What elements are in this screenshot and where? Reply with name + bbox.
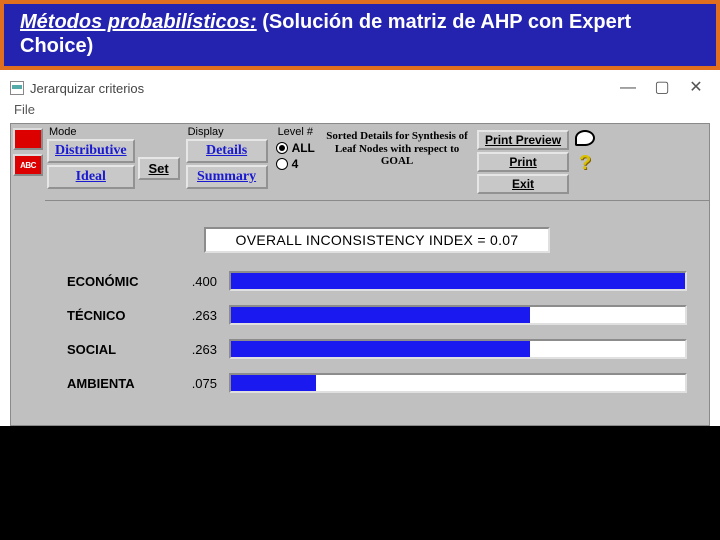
minimize-button[interactable]: — [614, 80, 642, 96]
chart-value-label: .263 [175, 308, 221, 323]
slide-title: Métodos probabilísticos: (Solución de ma… [0, 0, 720, 70]
display-summary-button[interactable]: Summary [186, 165, 268, 189]
speech-bubble-icon[interactable] [575, 130, 595, 146]
app-window: Jerarquizar criterios — ▢ ✕ File ABC Mod… [0, 70, 720, 426]
inconsistency-index: OVERALL INCONSISTENCY INDEX = 0.07 [204, 227, 551, 253]
display-label: Display [186, 126, 268, 139]
chart-row: ECONÓMIC .400 [67, 271, 687, 291]
right-button-group: Print Preview Print Exit [475, 126, 571, 196]
chart-value-label: .400 [175, 274, 221, 289]
maximize-button[interactable]: ▢ [648, 80, 676, 96]
inconsistency-row: OVERALL INCONSISTENCY INDEX = 0.07 [45, 201, 709, 271]
chart-bar [231, 273, 685, 289]
chart-category-label: SOCIAL [67, 342, 167, 357]
chart-row: AMBIENTA .075 [67, 373, 687, 393]
chart-category-label: AMBIENTA [67, 376, 167, 391]
chart-bar-track [229, 305, 687, 325]
right-icons: ? [573, 126, 599, 196]
display-group: Display Details Summary [184, 126, 270, 196]
radio-icon [276, 158, 288, 170]
priority-chart: ECONÓMIC .400 TÉCNICO .263 SOCIAL .263 AMBIENT… [45, 271, 709, 425]
level-label: Level # [276, 126, 315, 139]
level-num-option[interactable]: 4 [276, 157, 315, 171]
chart-row: TÉCNICO .263 [67, 305, 687, 325]
top-toolbar: Mode Distributive Ideal Set Display [45, 124, 709, 201]
left-tool-column: ABC [11, 124, 45, 425]
level-num-label: 4 [292, 157, 299, 171]
chart-bar-track [229, 271, 687, 291]
tool-red-icon[interactable] [13, 128, 43, 150]
close-button[interactable]: ✕ [682, 80, 710, 96]
display-details-button[interactable]: Details [186, 139, 268, 163]
exit-button[interactable]: Exit [477, 174, 569, 194]
tool-abc-icon[interactable]: ABC [13, 154, 43, 176]
chart-bar-track [229, 373, 687, 393]
level-all-label: ALL [292, 141, 315, 155]
level-group: Level # ALL 4 [272, 126, 319, 196]
chart-bar [231, 375, 316, 391]
print-preview-button[interactable]: Print Preview [477, 130, 569, 150]
print-button[interactable]: Print [477, 152, 569, 172]
mode-label: Mode [47, 126, 180, 139]
app-icon [10, 81, 24, 95]
chart-category-label: ECONÓMIC [67, 274, 167, 289]
window-titlebar: Jerarquizar criterios — ▢ ✕ [10, 76, 710, 100]
mode-group: Mode Distributive Ideal Set [45, 126, 182, 196]
chart-row: SOCIAL .263 [67, 339, 687, 359]
mode-distributive-button[interactable]: Distributive [47, 139, 135, 163]
menu-bar: File [10, 100, 710, 123]
chart-bar [231, 341, 530, 357]
chart-category-label: TÉCNICO [67, 308, 167, 323]
chart-bar-track [229, 339, 687, 359]
synthesis-description: Sorted Details for Synthesis of Leaf Nod… [321, 126, 473, 196]
radio-icon [276, 142, 288, 154]
app-frame: ABC Mode Distributive Ideal Set [10, 123, 710, 426]
help-icon[interactable]: ? [579, 152, 591, 175]
mode-ideal-button[interactable]: Ideal [47, 165, 135, 189]
level-all-option[interactable]: ALL [276, 141, 315, 155]
content-area: OVERALL INCONSISTENCY INDEX = 0.07 ECONÓ… [45, 201, 709, 425]
chart-bar [231, 307, 530, 323]
chart-value-label: .263 [175, 342, 221, 357]
mode-set-button[interactable]: Set [138, 157, 180, 180]
slide-title-emphasis: Métodos probabilísticos: [20, 11, 257, 33]
menu-file[interactable]: File [14, 102, 35, 117]
chart-value-label: .075 [175, 376, 221, 391]
window-title: Jerarquizar criterios [30, 81, 608, 96]
